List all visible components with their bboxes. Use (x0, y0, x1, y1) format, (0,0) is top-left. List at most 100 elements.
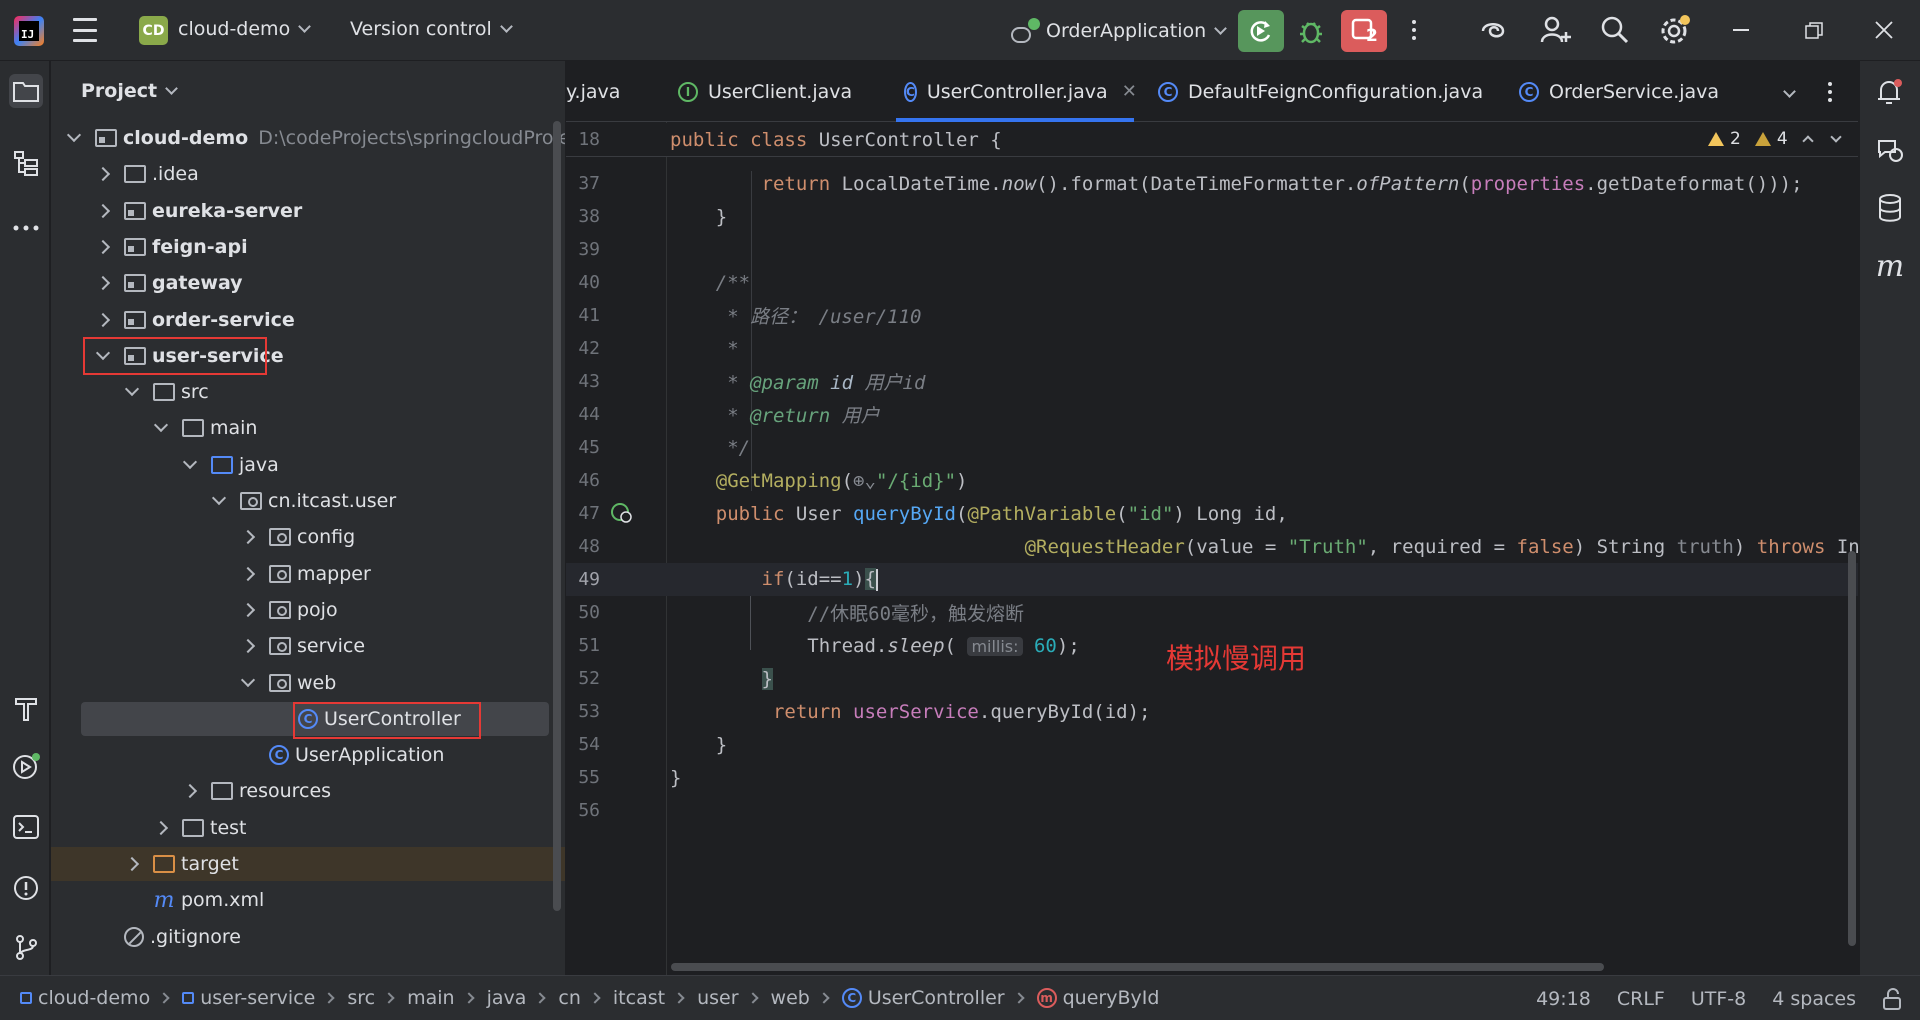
expand-closed-icon[interactable] (95, 239, 111, 254)
expand-closed-icon[interactable] (95, 167, 111, 182)
tree-item-pom-xml[interactable]: m pom.xml (51, 883, 565, 917)
tab-defaultfeignconfiguration[interactable]: C DefaultFeignConfiguration.java (1158, 61, 1483, 122)
ai-assistant-icon[interactable] (1478, 16, 1508, 46)
settings-gear-icon[interactable] (1659, 14, 1691, 46)
breadcrumb-item[interactable]: user-service (182, 987, 315, 1009)
notifications-bell-icon[interactable] (1873, 75, 1907, 109)
prev-highlight-icon[interactable] (1801, 135, 1814, 147)
more-actions-icon[interactable] (1412, 20, 1416, 40)
breadcrumb-item[interactable]: m queryById (1036, 987, 1159, 1009)
tree-item-config[interactable]: config (51, 520, 565, 554)
expand-closed-icon[interactable] (240, 530, 256, 545)
expand-closed-icon[interactable] (95, 203, 111, 218)
git-branch-icon[interactable] (9, 930, 43, 964)
stop-button[interactable]: 2 (1341, 10, 1387, 52)
breadcrumb-item[interactable]: user (697, 987, 738, 1009)
close-window-icon[interactable] (1875, 21, 1893, 39)
endpoint-gutter-icon[interactable] (610, 502, 632, 524)
project-panel-scrollbar[interactable] (553, 121, 561, 911)
tree-item-test[interactable]: test (51, 811, 565, 845)
indent-setting[interactable]: 4 spaces (1772, 988, 1856, 1010)
editor-vertical-scrollbar[interactable] (1848, 551, 1856, 946)
breadcrumb-item[interactable]: cloud-demo (20, 987, 150, 1009)
ai-chat-icon[interactable] (1873, 133, 1907, 167)
tree-item-gitignore[interactable]: .gitignore (51, 920, 565, 954)
run-config-selector[interactable]: OrderApplication (1010, 16, 1228, 46)
expand-closed-icon[interactable] (124, 856, 140, 872)
expand-open-icon[interactable] (66, 127, 82, 143)
build-hammer-icon[interactable] (9, 691, 43, 725)
expand-closed-icon[interactable] (240, 602, 256, 617)
expand-closed-icon[interactable] (153, 820, 169, 835)
tree-item-cloud-demo[interactable]: cloud-demo D:\codeProjects\springcloudPro… (51, 121, 565, 155)
unlock-icon[interactable] (1882, 987, 1902, 1010)
expand-open-icon[interactable] (124, 382, 140, 397)
inspection-widget[interactable]: 2 4 (1708, 129, 1842, 149)
tree-item-mapper[interactable]: mapper (51, 557, 565, 591)
tabs-dropdown-icon[interactable] (1783, 61, 1796, 122)
tree-item-web[interactable]: web (51, 666, 565, 700)
vcs-menu[interactable]: Version control (350, 18, 513, 40)
tab-orderservice[interactable]: C OrderService.java (1519, 61, 1719, 122)
breadcrumb-item[interactable]: cn (558, 987, 581, 1009)
problems-icon[interactable] (9, 871, 43, 905)
tree-item-service[interactable]: service (51, 629, 565, 663)
rerun-button[interactable] (1238, 10, 1284, 52)
breadcrumb-item[interactable]: main (407, 987, 454, 1009)
tab-usercontroller[interactable]: C UserController.java ✕ (896, 61, 1137, 122)
tree-item-order-service[interactable]: order-service (51, 303, 565, 337)
tree-item-feign-api[interactable]: feign-api (51, 230, 565, 264)
project-badge[interactable]: CD (139, 16, 168, 45)
tab-y-java[interactable]: y.java (566, 61, 620, 122)
breadcrumb-item[interactable]: src (347, 987, 375, 1009)
tree-item-idea[interactable]: .idea (51, 157, 565, 191)
tree-item-userapplication[interactable]: C UserApplication (51, 738, 565, 772)
add-user-icon[interactable] (1540, 14, 1572, 46)
maven-icon[interactable]: m (1873, 249, 1907, 284)
project-switcher[interactable]: cloud-demo (178, 18, 312, 40)
tree-item-gateway[interactable]: gateway (51, 266, 565, 300)
next-highlight-icon[interactable] (1829, 131, 1842, 143)
debug-button[interactable] (1296, 16, 1326, 46)
search-icon[interactable] (1600, 15, 1630, 45)
expand-closed-icon[interactable] (240, 566, 256, 581)
tab-userclient[interactable]: I UserClient.java (678, 61, 852, 122)
services-run-icon[interactable] (9, 749, 43, 783)
expand-open-icon[interactable] (153, 418, 169, 433)
tree-item-cn-itcast-user[interactable]: cn.itcast.user (51, 484, 565, 518)
file-encoding[interactable]: UTF-8 (1691, 988, 1746, 1010)
expand-closed-icon[interactable] (95, 276, 111, 291)
sticky-scroll-header[interactable]: 18 public class UserController { 2 4 (566, 123, 1858, 157)
expand-open-icon[interactable] (240, 672, 256, 687)
expand-open-icon[interactable] (182, 454, 198, 469)
project-tool-folder-icon[interactable] (9, 74, 43, 108)
project-panel-header[interactable]: Project (81, 80, 178, 102)
expand-open-icon[interactable] (211, 490, 227, 506)
tree-item-eureka-server[interactable]: eureka-server (51, 194, 565, 228)
tree-item-pojo[interactable]: pojo (51, 593, 565, 627)
database-icon[interactable] (1873, 191, 1907, 225)
terminal-icon[interactable] (9, 810, 43, 844)
tree-item-java[interactable]: java (51, 448, 565, 482)
caret-position[interactable]: 49:18 (1536, 988, 1591, 1010)
close-tab-icon[interactable]: ✕ (1122, 81, 1137, 102)
tree-item-target[interactable]: target (51, 847, 565, 881)
breadcrumb-item[interactable]: itcast (613, 987, 665, 1009)
line-separator[interactable]: CRLF (1617, 988, 1665, 1010)
expand-closed-icon[interactable] (95, 312, 111, 327)
tree-item-src[interactable]: src (51, 375, 565, 409)
restore-window-icon[interactable] (1805, 22, 1823, 40)
tab-more-icon[interactable] (1828, 61, 1832, 122)
tree-item-main[interactable]: main (51, 411, 565, 445)
tree-item-resources[interactable]: resources (51, 774, 565, 808)
breadcrumb-item[interactable]: java (487, 987, 527, 1009)
breadcrumb-item[interactable]: C UserController (841, 987, 1005, 1009)
expand-closed-icon[interactable] (182, 784, 198, 799)
minimize-window-icon[interactable] (1733, 29, 1749, 31)
main-menu-icon[interactable] (72, 18, 98, 42)
more-tools-icon[interactable] (9, 211, 43, 245)
expand-closed-icon[interactable] (240, 639, 256, 654)
structure-icon[interactable] (9, 146, 43, 180)
breadcrumb-item[interactable]: web (771, 987, 810, 1009)
app-logo[interactable]: IJ (14, 16, 44, 46)
